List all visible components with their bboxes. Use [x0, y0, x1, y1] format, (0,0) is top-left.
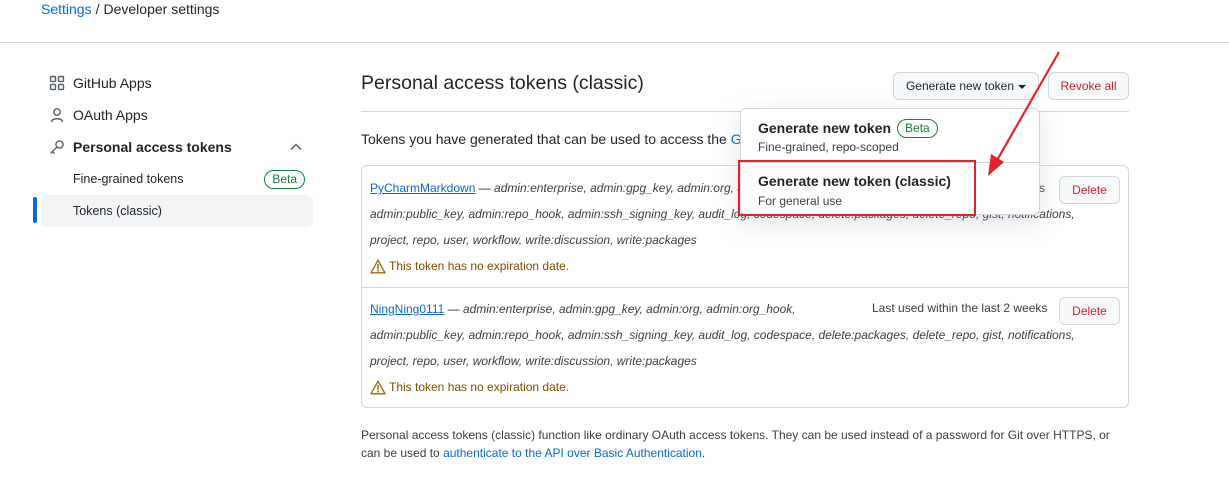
annotation-highlight-box — [738, 160, 976, 216]
breadcrumb-current: Developer settings — [103, 1, 220, 17]
delete-token-button[interactable]: Delete — [1059, 176, 1120, 204]
beta-badge: Beta — [264, 170, 305, 189]
expiration-warning-text: This token has no expiration date. — [389, 259, 570, 273]
header-divider — [0, 42, 1229, 43]
caret-down-icon — [1018, 84, 1027, 89]
generate-new-token-button[interactable]: Generate new token — [893, 72, 1039, 100]
token-name-link[interactable]: NingNing0111 — [370, 302, 444, 316]
menu-item-generate-fine-grained[interactable]: Generate new token Beta Fine-grained, rep… — [741, 109, 1039, 162]
expiration-warning: This token has no expiration date. — [370, 378, 569, 396]
token-dash: — — [475, 181, 495, 195]
alert-icon — [370, 380, 386, 394]
basic-auth-link[interactable]: authenticate to the API over Basic Authe… — [443, 446, 702, 460]
intro-text: Tokens you have generated that can be us… — [361, 131, 749, 147]
token-name-link[interactable]: PyCharmMarkdown — [370, 181, 475, 195]
person-icon — [50, 108, 64, 123]
footer-description: Personal access tokens (classic) functio… — [361, 426, 1131, 462]
last-used-text: Last used within the last 2 weeks — [872, 301, 1048, 315]
token-scopes: admin:public_key, admin:repo_hook, admin… — [370, 328, 1075, 342]
sidebar-subitem-tokens-classic[interactable]: Tokens (classic) — [41, 195, 313, 227]
sidebar-item-label: Personal access tokens — [73, 139, 232, 155]
revoke-all-button[interactable]: Revoke all — [1048, 72, 1129, 100]
sidebar-item-github-apps[interactable]: GitHub Apps — [41, 67, 313, 99]
token-divider — [362, 287, 1128, 288]
sidebar-item-personal-access-tokens[interactable]: Personal access tokens — [41, 131, 313, 163]
sidebar-item-label: GitHub Apps — [73, 75, 152, 91]
intro-text-body: Tokens you have generated that can be us… — [361, 131, 731, 147]
generate-new-token-label: Generate new token — [905, 79, 1015, 93]
sidebar-item-label: OAuth Apps — [73, 107, 148, 123]
expiration-warning-text: This token has no expiration date. — [389, 380, 570, 394]
chevron-up-icon[interactable] — [289, 140, 303, 154]
beta-badge: Beta — [897, 119, 938, 138]
page-title: Personal access tokens (classic) — [361, 72, 644, 94]
menu-item-title: Generate new token — [758, 120, 892, 136]
token-scopes: project, repo, user, workflow, write:dis… — [370, 354, 697, 368]
breadcrumb: Settings / Developer settings — [41, 0, 219, 18]
delete-token-button[interactable]: Delete — [1059, 297, 1120, 325]
breadcrumb-settings-link[interactable]: Settings — [41, 1, 92, 17]
breadcrumb-separator: / — [95, 1, 100, 17]
token-scopes: project, repo, user, workflow, write:dis… — [370, 233, 697, 247]
menu-item-subtitle: Fine-grained, repo-scoped — [758, 140, 899, 154]
sidebar-subitem-label: Fine-grained tokens — [73, 172, 184, 186]
sidebar-item-oauth-apps[interactable]: OAuth Apps — [41, 99, 313, 131]
footer-text-end: . — [701, 446, 706, 460]
active-indicator — [33, 197, 37, 223]
sidebar-subitem-label: Tokens (classic) — [73, 204, 162, 218]
token-scopes: admin:enterprise, admin:gpg_key, admin:o… — [462, 302, 796, 316]
key-icon — [50, 140, 64, 154]
token-dash: — — [444, 302, 463, 316]
expiration-warning: This token has no expiration date. — [370, 257, 569, 275]
sidebar-subitem-fine-grained-tokens[interactable]: Fine-grained tokens Beta — [41, 163, 313, 195]
apps-grid-icon — [49, 75, 65, 91]
alert-icon — [370, 259, 386, 273]
